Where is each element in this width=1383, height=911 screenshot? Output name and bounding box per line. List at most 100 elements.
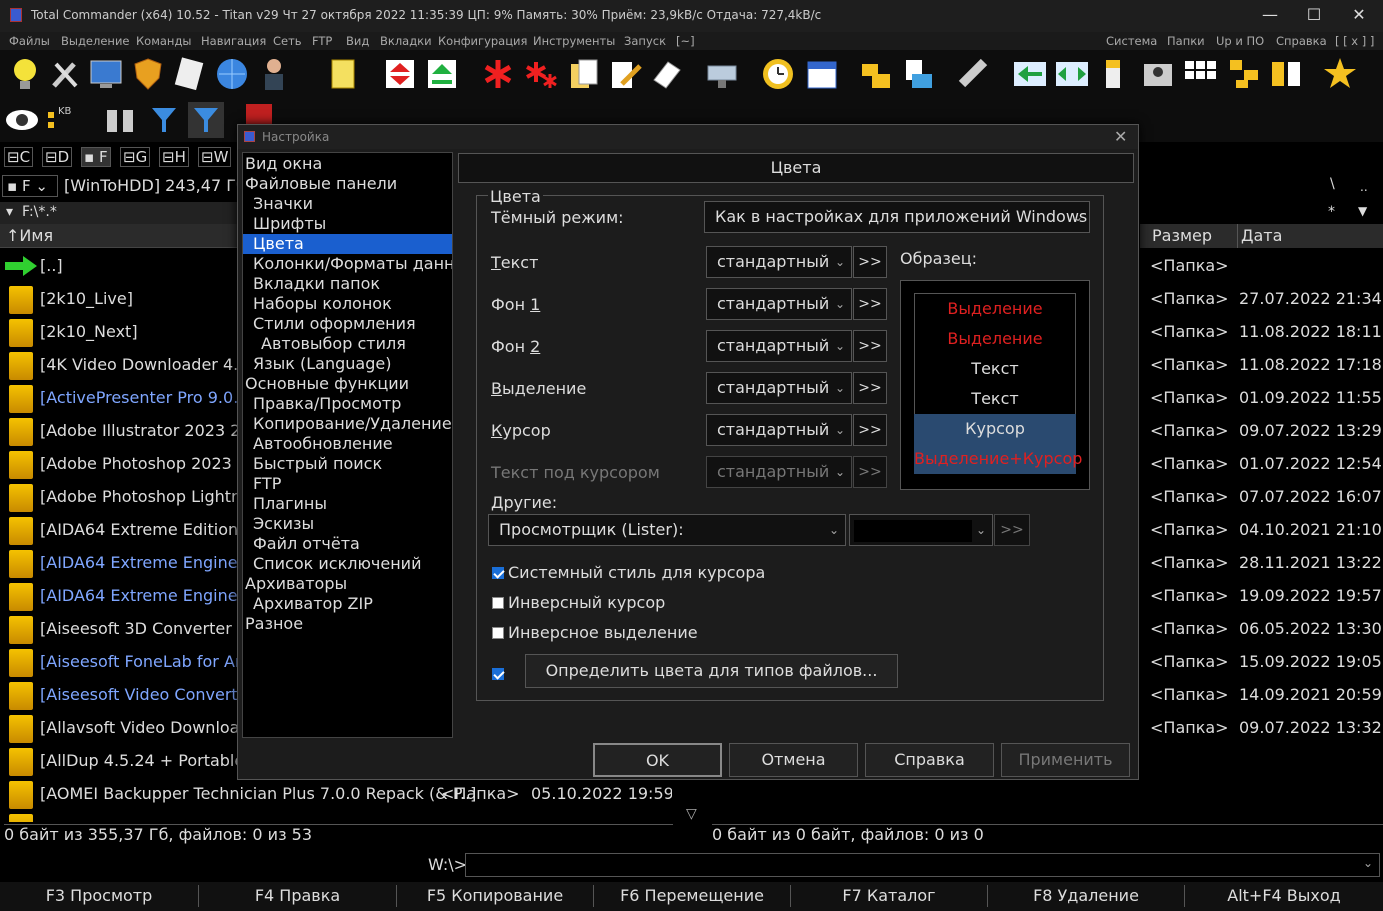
altf4-exit-button[interactable]: Alt+F4 Выход <box>1185 886 1383 905</box>
inverse-cursor-checkbox[interactable] <box>492 597 504 609</box>
asterisk-icon[interactable] <box>480 56 516 92</box>
right-list-item[interactable]: <Папка> 14.09.2021 20:59 <box>1140 679 1383 712</box>
user-icon[interactable] <box>256 56 292 92</box>
right-list-item[interactable]: <Папка> 19.09.2022 19:57 <box>1140 580 1383 613</box>
tree-item[interactable]: Файл отчёта <box>243 534 452 554</box>
bg1-color-select[interactable]: стандартный ⌄ <box>706 288 852 320</box>
menu-net[interactable]: Сеть <box>273 34 302 48</box>
notepad-icon[interactable] <box>326 56 362 92</box>
globe-icon[interactable] <box>214 56 250 92</box>
drive-h[interactable]: ⊟H <box>159 147 189 167</box>
menu-system[interactable]: Система <box>1106 34 1157 48</box>
star-icon[interactable] <box>1322 56 1358 92</box>
right-list-item[interactable]: <Папка> 07.07.2022 16:07 <box>1140 481 1383 514</box>
right-list-item[interactable]: <Папка> 01.09.2022 11:55 <box>1140 382 1383 415</box>
tree-item[interactable]: Наборы колонок <box>243 294 452 314</box>
tree-item[interactable]: Плагины <box>243 494 452 514</box>
clock-icon[interactable] <box>760 56 796 92</box>
drive-w[interactable]: ⊟W <box>198 147 232 167</box>
drive-g[interactable]: ⊟G <box>120 147 151 167</box>
tree-item[interactable]: Копирование/Удаление <box>243 414 452 434</box>
folders-icon[interactable] <box>858 56 894 92</box>
menu-help[interactable]: Справка <box>1276 34 1327 48</box>
text-color-select[interactable]: стандартный ⌄ <box>706 246 852 278</box>
dialog-close-button[interactable]: ✕ <box>1114 127 1127 146</box>
selection-color-more-button[interactable]: >> <box>853 372 887 404</box>
tree-item[interactable]: Значки <box>243 194 452 214</box>
tree-item[interactable]: Архиватор ZIP <box>243 594 452 614</box>
tree-item[interactable]: Автовыбор стиля <box>243 334 452 354</box>
column-date[interactable]: Дата <box>1241 226 1282 245</box>
tree-item[interactable]: Архиваторы <box>243 574 452 594</box>
path-filter[interactable]: ▾ F:\*.* <box>0 202 240 224</box>
tree-item[interactable]: Эскизы <box>243 514 452 534</box>
tree-item[interactable]: Быстрый поиск <box>243 454 452 474</box>
tree-item[interactable]: Основные функции <box>243 374 452 394</box>
cursor-color-more-button[interactable]: >> <box>853 414 887 446</box>
tree-item[interactable]: Автообновление <box>243 434 452 454</box>
tree-item[interactable]: Список исключений <box>243 554 452 574</box>
column-size[interactable]: Размер <box>1152 226 1212 245</box>
drive-view-icon[interactable] <box>1140 56 1176 92</box>
calendar-icon[interactable] <box>804 56 840 92</box>
menu-config[interactable]: Конфигурация <box>438 34 527 48</box>
system-cursor-checkbox[interactable] <box>492 567 504 579</box>
binoculars-icon[interactable] <box>102 102 138 138</box>
text-color-more-button[interactable]: >> <box>853 246 887 278</box>
compare-down-icon[interactable] <box>424 56 460 92</box>
menu-tabs[interactable]: Вкладки <box>380 34 432 48</box>
menu-files[interactable]: Файлы <box>9 34 50 48</box>
usb-icon[interactable] <box>956 56 992 92</box>
f5-copy-button[interactable]: F5 Копирование <box>397 886 593 905</box>
define-filetype-colors-button[interactable]: Определить цвета для типов файлов... <box>525 654 898 688</box>
menu-up-soft[interactable]: Up и ПО <box>1216 34 1264 48</box>
sync-folders-icon[interactable] <box>1268 56 1304 92</box>
right-list-item[interactable]: <Папка> 04.10.2021 21:10 <box>1140 514 1383 547</box>
other-select[interactable]: Просмотрщик (Lister): ⌄ <box>488 514 846 546</box>
filetype-colors-checkbox[interactable] <box>492 668 504 680</box>
menu-commands[interactable]: Команды <box>136 34 191 48</box>
f3-view-button[interactable]: F3 Просмотр <box>0 886 198 905</box>
bg2-color-more-button[interactable]: >> <box>853 330 887 362</box>
menu-tools[interactable]: Инструменты <box>533 34 615 48</box>
drive-select[interactable]: ▪ F ⌄ <box>2 175 58 197</box>
tree-item[interactable]: FTP <box>243 474 452 494</box>
bg2-color-select[interactable]: стандартный ⌄ <box>706 330 852 362</box>
help-button[interactable]: Справка <box>865 743 994 777</box>
right-list-item[interactable]: <Папка> 28.11.2021 13:22 <box>1140 547 1383 580</box>
menu-view[interactable]: Вид <box>346 34 369 48</box>
tree-item[interactable]: Цвета <box>243 234 452 254</box>
bg1-color-more-button[interactable]: >> <box>853 288 887 320</box>
scroll-down-icon[interactable]: ▽ <box>686 806 697 822</box>
menu-home[interactable]: [~] <box>676 34 695 48</box>
tree-item[interactable]: Файловые панели <box>243 174 452 194</box>
drive-f[interactable]: ▪ F <box>81 147 111 167</box>
maximize-button[interactable]: ☐ <box>1292 4 1336 28</box>
right-filter-dropdown-icon[interactable]: ▼ <box>1358 204 1367 218</box>
tree-item[interactable]: Колонки/Форматы данных <box>243 254 452 274</box>
column-header-name[interactable]: ↑Имя <box>0 224 240 248</box>
ok-button[interactable]: OK <box>593 743 722 777</box>
drive-d[interactable]: ⊟D <box>42 147 73 167</box>
panel-toggle-icon[interactable] <box>1098 56 1134 92</box>
tree-item[interactable]: Стили оформления <box>243 314 452 334</box>
right-list-item[interactable]: <Папка> 15.09.2022 19:05 <box>1140 646 1383 679</box>
left-arrow-icon[interactable] <box>1012 56 1048 92</box>
tree-item[interactable]: Вкладки папок <box>243 274 452 294</box>
right-list-item[interactable]: <Папка> 06.05.2022 13:30 <box>1140 613 1383 646</box>
list-item[interactable]: [AOMEI Backupper Technician Plus 7.0.0 R… <box>0 778 672 811</box>
right-list-item[interactable]: <Папка> 01.07.2022 12:54 <box>1140 448 1383 481</box>
cancel-button[interactable]: Отмена <box>729 743 858 777</box>
right-list-item[interactable]: <Папка> 27.07.2022 21:34 <box>1140 283 1383 316</box>
list-item-partial[interactable] <box>0 811 672 822</box>
path-dropdown-icon[interactable]: ▾ <box>6 204 13 220</box>
filter-icon[interactable] <box>146 102 182 138</box>
menu-navigation[interactable]: Навигация <box>201 34 266 48</box>
right-list-item[interactable]: <Папка> 09.07.2022 13:32 <box>1140 712 1383 745</box>
copy-names-icon[interactable] <box>566 56 602 92</box>
right-list-item[interactable]: <Папка> 11.08.2022 17:18 <box>1140 349 1383 382</box>
network-drive-icon[interactable] <box>704 56 740 92</box>
other-color-select[interactable]: ⌄ <box>849 514 993 546</box>
tree-item[interactable]: Правка/Просмотр <box>243 394 452 414</box>
selection-color-select[interactable]: стандартный ⌄ <box>706 372 852 404</box>
